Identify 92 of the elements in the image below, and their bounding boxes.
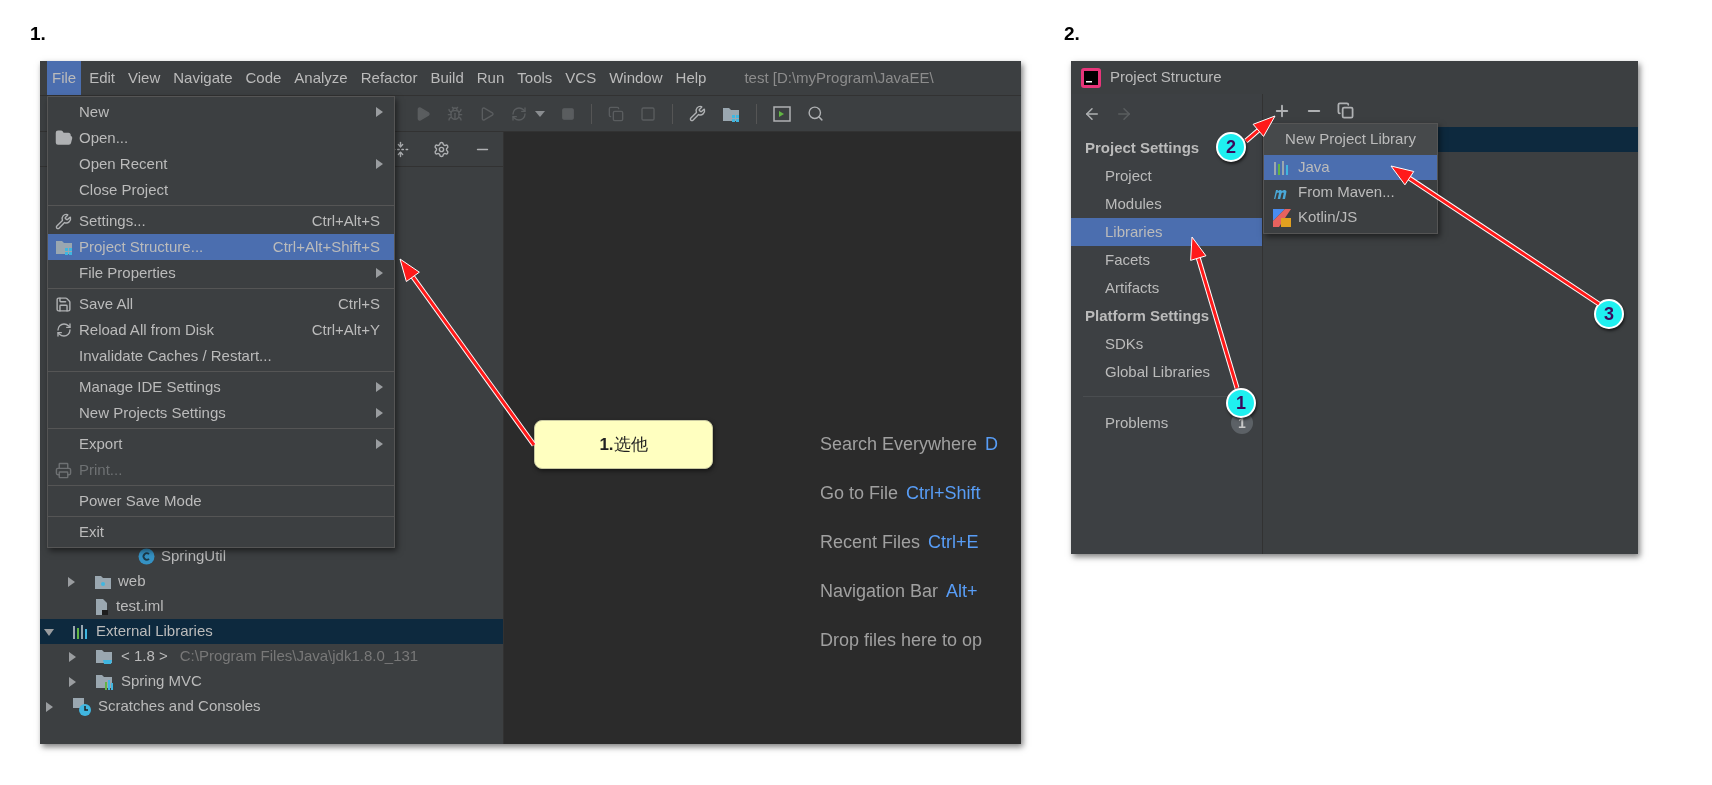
tree-item[interactable]: < 1.8 > C:\Program Files\Java\jdk1.8.0_131 xyxy=(40,644,503,669)
step-number: 2. xyxy=(1063,22,1081,46)
scratch-clock-icon xyxy=(72,696,92,717)
menu-item[interactable]: Save All Ctrl+S xyxy=(48,291,394,317)
folder-icon xyxy=(54,129,73,147)
hint-label: Go to File xyxy=(820,482,899,505)
tree-item[interactable]: web xyxy=(40,569,503,594)
menu-bar-item[interactable]: Code xyxy=(240,61,287,95)
hint-label: Search Everywhere xyxy=(820,433,978,456)
hint-shortcut: D xyxy=(985,433,999,456)
submenu-arrow-icon[interactable] xyxy=(374,107,384,117)
settings-icon[interactable] xyxy=(433,140,450,158)
menu-item[interactable]: Power Save Mode xyxy=(48,488,394,514)
collapsed-arrow-icon[interactable] xyxy=(67,651,77,662)
hint-shortcut: Alt+ xyxy=(946,580,978,603)
tree-item[interactable]: External Libraries xyxy=(40,619,503,644)
search-icon[interactable] xyxy=(807,105,824,122)
menu-bar-item[interactable]: Analyze xyxy=(289,61,353,95)
hint-shortcut: Ctrl+E xyxy=(928,531,979,554)
menu-bar-item[interactable]: Help xyxy=(670,61,712,95)
menu-item[interactable]: Invalidate Caches / Restart... xyxy=(48,343,394,369)
tree-item[interactable]: SpringUtil xyxy=(40,544,503,569)
popup-item[interactable]: Kotlin/JS xyxy=(1264,205,1437,230)
tree-item[interactable]: test.iml xyxy=(40,594,503,619)
menu-bar-item[interactable]: Run xyxy=(471,61,510,95)
menu-item[interactable]: Export xyxy=(48,431,394,457)
menu-item[interactable]: Open Recent xyxy=(48,151,394,177)
menu-item[interactable]: Reload All from Disk Ctrl+Alt+Y xyxy=(48,317,394,343)
printer-icon xyxy=(55,461,72,479)
menu-item[interactable]: Manage IDE Settings xyxy=(48,374,394,400)
submenu-arrow-icon[interactable] xyxy=(374,439,384,449)
menu-item[interactable]: Exit xyxy=(48,519,394,545)
annotation-arrow xyxy=(1244,115,1276,143)
section-heading: Platform Settings xyxy=(1085,305,1210,326)
menu-bar-item[interactable]: Window xyxy=(604,61,668,95)
menu-item[interactable]: New xyxy=(48,99,394,125)
terminal-icon[interactable] xyxy=(773,105,791,122)
menu-bar-item[interactable]: Navigate xyxy=(168,61,238,95)
menu-item[interactable]: File Properties xyxy=(48,260,394,286)
collapsed-arrow-icon[interactable] xyxy=(66,576,76,587)
window-title: test [D:\myProgram\JavaEE\ xyxy=(744,67,934,88)
sidebar-item[interactable]: Modules xyxy=(1071,190,1262,218)
tree-item[interactable]: Spring MVC xyxy=(40,669,503,694)
hint-shortcut: Ctrl+Shift xyxy=(906,482,981,505)
expanded-arrow-icon[interactable] xyxy=(44,626,54,637)
popup-header: New Project Library xyxy=(1285,129,1416,150)
menu-bar-item[interactable]: Tools xyxy=(512,61,558,95)
wrench-icon xyxy=(55,212,72,230)
menu-bar-item[interactable]: Build xyxy=(425,61,469,95)
sidebar-item[interactable]: Artifacts xyxy=(1071,274,1262,302)
submenu-arrow-icon[interactable] xyxy=(374,408,384,418)
kotlin-js-icon xyxy=(1273,208,1291,227)
project-structure-icon xyxy=(54,238,73,256)
collapsed-arrow-icon[interactable] xyxy=(44,701,54,712)
sidebar-item[interactable]: Facets xyxy=(1071,246,1262,274)
submenu-arrow-icon[interactable] xyxy=(374,382,384,392)
hint-label: Drop files here to op xyxy=(820,629,983,652)
menu-item[interactable]: Close Project xyxy=(48,177,394,203)
caret-icon[interactable] xyxy=(535,110,545,117)
hint-label: Navigation Bar xyxy=(820,580,939,603)
library-folder-icon xyxy=(95,672,115,691)
submenu-arrow-icon[interactable] xyxy=(374,159,384,169)
app-logo-icon xyxy=(1081,67,1101,88)
collapsed-arrow-icon[interactable] xyxy=(67,676,77,687)
reload-icon xyxy=(55,322,72,338)
file-icon xyxy=(94,597,110,616)
step-marker: 3 xyxy=(1594,299,1624,329)
copy-icon[interactable] xyxy=(1337,102,1354,119)
folder-icon xyxy=(95,647,115,666)
class-icon xyxy=(138,548,155,565)
submenu-arrow-icon[interactable] xyxy=(374,268,384,278)
wrench-icon[interactable] xyxy=(689,105,706,122)
dialog-title: Project Structure xyxy=(1110,67,1222,88)
menu-bar-item[interactable]: Refactor xyxy=(355,61,423,95)
step-number: 1. xyxy=(30,22,47,46)
menu-item[interactable]: Settings... Ctrl+Alt+S xyxy=(48,208,394,234)
section-heading: Project Settings xyxy=(1085,137,1200,158)
folder-icon xyxy=(94,573,112,590)
menu-bar-item[interactable]: VCS xyxy=(560,61,602,95)
hint-label: Recent Files xyxy=(820,531,921,554)
sidebar-item[interactable]: Project xyxy=(1071,162,1262,190)
popup-item[interactable]: From Maven... xyxy=(1264,180,1437,205)
sidebar-item[interactable]: Global Libraries xyxy=(1071,358,1262,386)
menu-bar-item[interactable]: Edit xyxy=(84,61,121,95)
tree-item[interactable]: Scratches and Consoles xyxy=(40,694,503,719)
library-icon xyxy=(1273,159,1291,176)
callout: 1.选他 xyxy=(534,420,713,469)
library-icon xyxy=(72,623,90,640)
menu-bar-item[interactable]: View xyxy=(123,61,166,95)
menu-item[interactable]: New Projects Settings xyxy=(48,400,394,426)
menu-item[interactable]: Open... xyxy=(48,125,394,151)
sidebar-item[interactable]: SDKs xyxy=(1071,330,1262,358)
